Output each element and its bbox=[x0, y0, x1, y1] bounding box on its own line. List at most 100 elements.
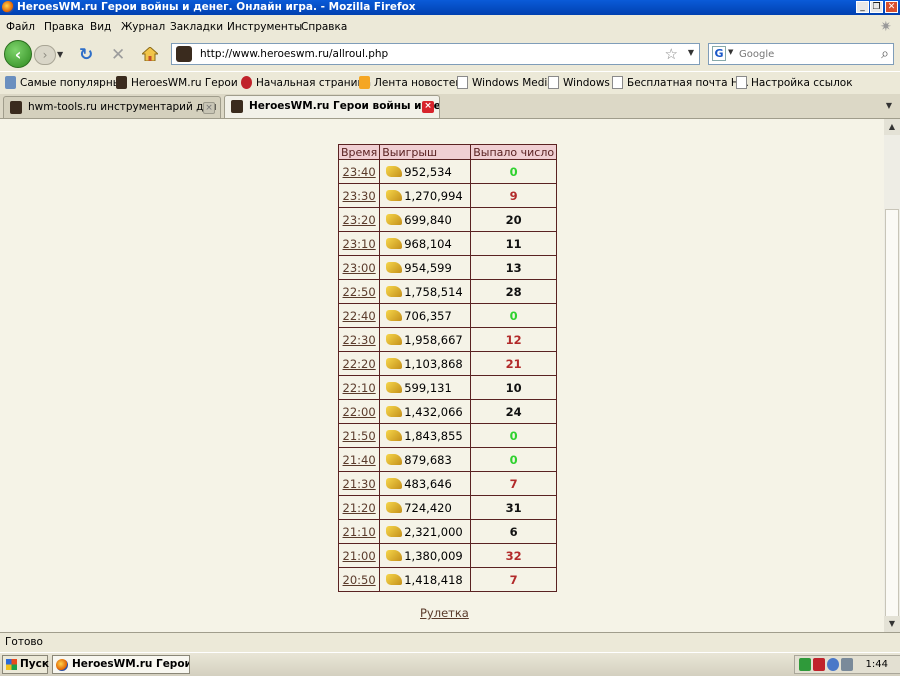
bookmark-news-feed[interactable]: Лента новостей bbox=[359, 76, 462, 89]
bookmark-link-settings[interactable]: Настройка ссылок bbox=[736, 76, 853, 89]
scroll-up-icon[interactable]: ▲ bbox=[884, 119, 900, 135]
time-link[interactable]: 22:30 bbox=[343, 333, 376, 347]
bookmark-windows[interactable]: Windows bbox=[548, 76, 610, 89]
scroll-down-icon[interactable]: ▼ bbox=[884, 616, 900, 632]
menu-file[interactable]: Файл bbox=[6, 21, 35, 33]
tray-network-icon[interactable] bbox=[827, 658, 839, 671]
table-row: 21:30 483,646 7 bbox=[337, 471, 558, 496]
number-cell: 12 bbox=[470, 327, 558, 352]
tab-close-button[interactable]: × bbox=[422, 101, 434, 113]
tray-volume-icon[interactable] bbox=[841, 658, 853, 671]
search-icon[interactable]: ⌕ bbox=[881, 45, 889, 63]
gold-icon bbox=[386, 477, 403, 489]
bookmarks-toolbar: Самые популярные HeroesWM.ru Герои ... Н… bbox=[0, 71, 900, 94]
win-amount: 952,534 bbox=[404, 164, 452, 179]
time-cell: 21:50 bbox=[337, 423, 381, 448]
win-cell: 879,683 bbox=[379, 447, 472, 472]
reload-button[interactable]: ↻ bbox=[79, 46, 93, 64]
time-link[interactable]: 22:50 bbox=[343, 285, 376, 299]
scrollbar-thumb[interactable] bbox=[885, 209, 899, 619]
win-amount: 1,270,994 bbox=[404, 188, 463, 203]
restore-button[interactable]: ❐ bbox=[870, 1, 883, 13]
roulette-link[interactable]: Рулетка bbox=[420, 606, 469, 620]
vertical-scrollbar[interactable]: ▲ ▼ bbox=[884, 119, 900, 632]
table-row: 23:20 699,840 20 bbox=[337, 207, 558, 232]
menu-view[interactable]: Вид bbox=[90, 21, 111, 33]
menu-bookmarks[interactable]: Закладки bbox=[170, 21, 223, 33]
menu-history[interactable]: Журнал bbox=[121, 21, 165, 33]
win-cell: 1,958,667 bbox=[379, 327, 472, 352]
time-cell: 21:10 bbox=[337, 519, 381, 544]
bookmark-most-visited[interactable]: Самые популярные bbox=[5, 76, 127, 89]
start-button[interactable]: Пуск bbox=[2, 655, 49, 674]
table-row: 21:50 1,843,855 0 bbox=[337, 423, 558, 448]
number-cell: 20 bbox=[470, 207, 558, 232]
time-link[interactable]: 21:50 bbox=[343, 429, 376, 443]
time-link[interactable]: 21:20 bbox=[343, 501, 376, 515]
heroeswm-icon bbox=[231, 100, 243, 113]
url-text[interactable]: http://www.heroeswm.ru/allroul.php bbox=[200, 48, 388, 60]
history-dropdown-icon[interactable]: ▼ bbox=[57, 50, 63, 59]
time-link[interactable]: 22:10 bbox=[343, 381, 376, 395]
menu-help[interactable]: Справка bbox=[301, 21, 347, 33]
home-button[interactable] bbox=[142, 47, 158, 61]
time-link[interactable]: 22:20 bbox=[343, 357, 376, 371]
gold-icon bbox=[386, 429, 403, 441]
time-link[interactable]: 23:30 bbox=[343, 189, 376, 203]
time-link[interactable]: 23:40 bbox=[343, 165, 376, 179]
tab-list-dropdown-icon[interactable]: ▼ bbox=[882, 99, 896, 113]
firefox-icon bbox=[2, 1, 14, 13]
bookmark-heroeswm[interactable]: HeroesWM.ru Герои ... bbox=[116, 76, 251, 89]
search-engine-dropdown-icon[interactable]: ▼ bbox=[728, 48, 733, 56]
win-amount: 879,683 bbox=[404, 452, 452, 467]
status-text: Готово bbox=[5, 636, 43, 648]
time-cell: 21:30 bbox=[337, 471, 381, 496]
gold-icon bbox=[386, 261, 403, 273]
gold-icon bbox=[386, 189, 403, 201]
bookmark-free-mail[interactable]: Бесплатная почта Н... bbox=[612, 76, 749, 89]
time-link[interactable]: 21:40 bbox=[343, 453, 376, 467]
page-icon bbox=[736, 76, 747, 89]
time-link[interactable]: 23:20 bbox=[343, 213, 376, 227]
gold-icon bbox=[386, 549, 403, 561]
google-icon[interactable]: G bbox=[712, 46, 726, 61]
win-cell: 1,418,418 bbox=[379, 567, 472, 592]
time-link[interactable]: 21:30 bbox=[343, 477, 376, 491]
search-input[interactable] bbox=[739, 46, 869, 62]
table-row: 23:30 1,270,994 9 bbox=[337, 183, 558, 208]
forward-button[interactable]: › bbox=[34, 45, 56, 65]
win-cell: 1,758,514 bbox=[379, 279, 472, 304]
back-button[interactable]: ‹ bbox=[4, 40, 32, 68]
tray-app-icon[interactable] bbox=[799, 658, 811, 671]
tab-close-button[interactable]: × bbox=[203, 102, 215, 114]
time-link[interactable]: 21:10 bbox=[343, 525, 376, 539]
close-window-button[interactable]: ✕ bbox=[885, 1, 898, 13]
bookmark-windows-media[interactable]: Windows Media bbox=[457, 76, 554, 89]
url-bar[interactable]: http://www.heroeswm.ru/allroul.php ☆ ▼ bbox=[171, 43, 700, 65]
menu-tools[interactable]: Инструменты bbox=[227, 21, 302, 33]
url-dropdown-icon[interactable]: ▼ bbox=[688, 48, 694, 57]
time-link[interactable]: 20:50 bbox=[343, 573, 376, 587]
taskbar: Пуск HeroesWM.ru Герои в... 1:44 bbox=[0, 652, 900, 676]
tray-antivirus-icon[interactable] bbox=[813, 658, 825, 671]
time-link[interactable]: 21:00 bbox=[343, 549, 376, 563]
time-link[interactable]: 23:10 bbox=[343, 237, 376, 251]
bookmark-start-page[interactable]: Начальная страница bbox=[241, 76, 371, 89]
tab-hwm-tools[interactable]: hwm-tools.ru инструментарий для иг... × bbox=[3, 96, 221, 118]
menu-edit[interactable]: Правка bbox=[44, 21, 84, 33]
time-link[interactable]: 22:40 bbox=[343, 309, 376, 323]
time-cell: 22:00 bbox=[337, 399, 381, 424]
tab-heroeswm[interactable]: HeroesWM.ru Герои войны и ден... × bbox=[224, 95, 440, 118]
bookmark-star-icon[interactable]: ☆ bbox=[665, 45, 678, 63]
search-bar[interactable]: G ▼ ⌕ bbox=[708, 43, 894, 65]
minimize-button[interactable]: _ bbox=[856, 1, 869, 13]
time-link[interactable]: 22:00 bbox=[343, 405, 376, 419]
window-title-bar[interactable]: HeroesWM.ru Герои войны и денег. Онлайн … bbox=[0, 0, 900, 15]
win-amount: 724,420 bbox=[404, 500, 452, 515]
number-cell: 10 bbox=[470, 375, 558, 400]
gold-icon bbox=[386, 405, 403, 417]
most-visited-icon bbox=[5, 76, 16, 89]
taskbar-item-firefox[interactable]: HeroesWM.ru Герои в... bbox=[52, 655, 190, 674]
stop-button[interactable]: ✕ bbox=[111, 46, 125, 64]
time-link[interactable]: 23:00 bbox=[343, 261, 376, 275]
